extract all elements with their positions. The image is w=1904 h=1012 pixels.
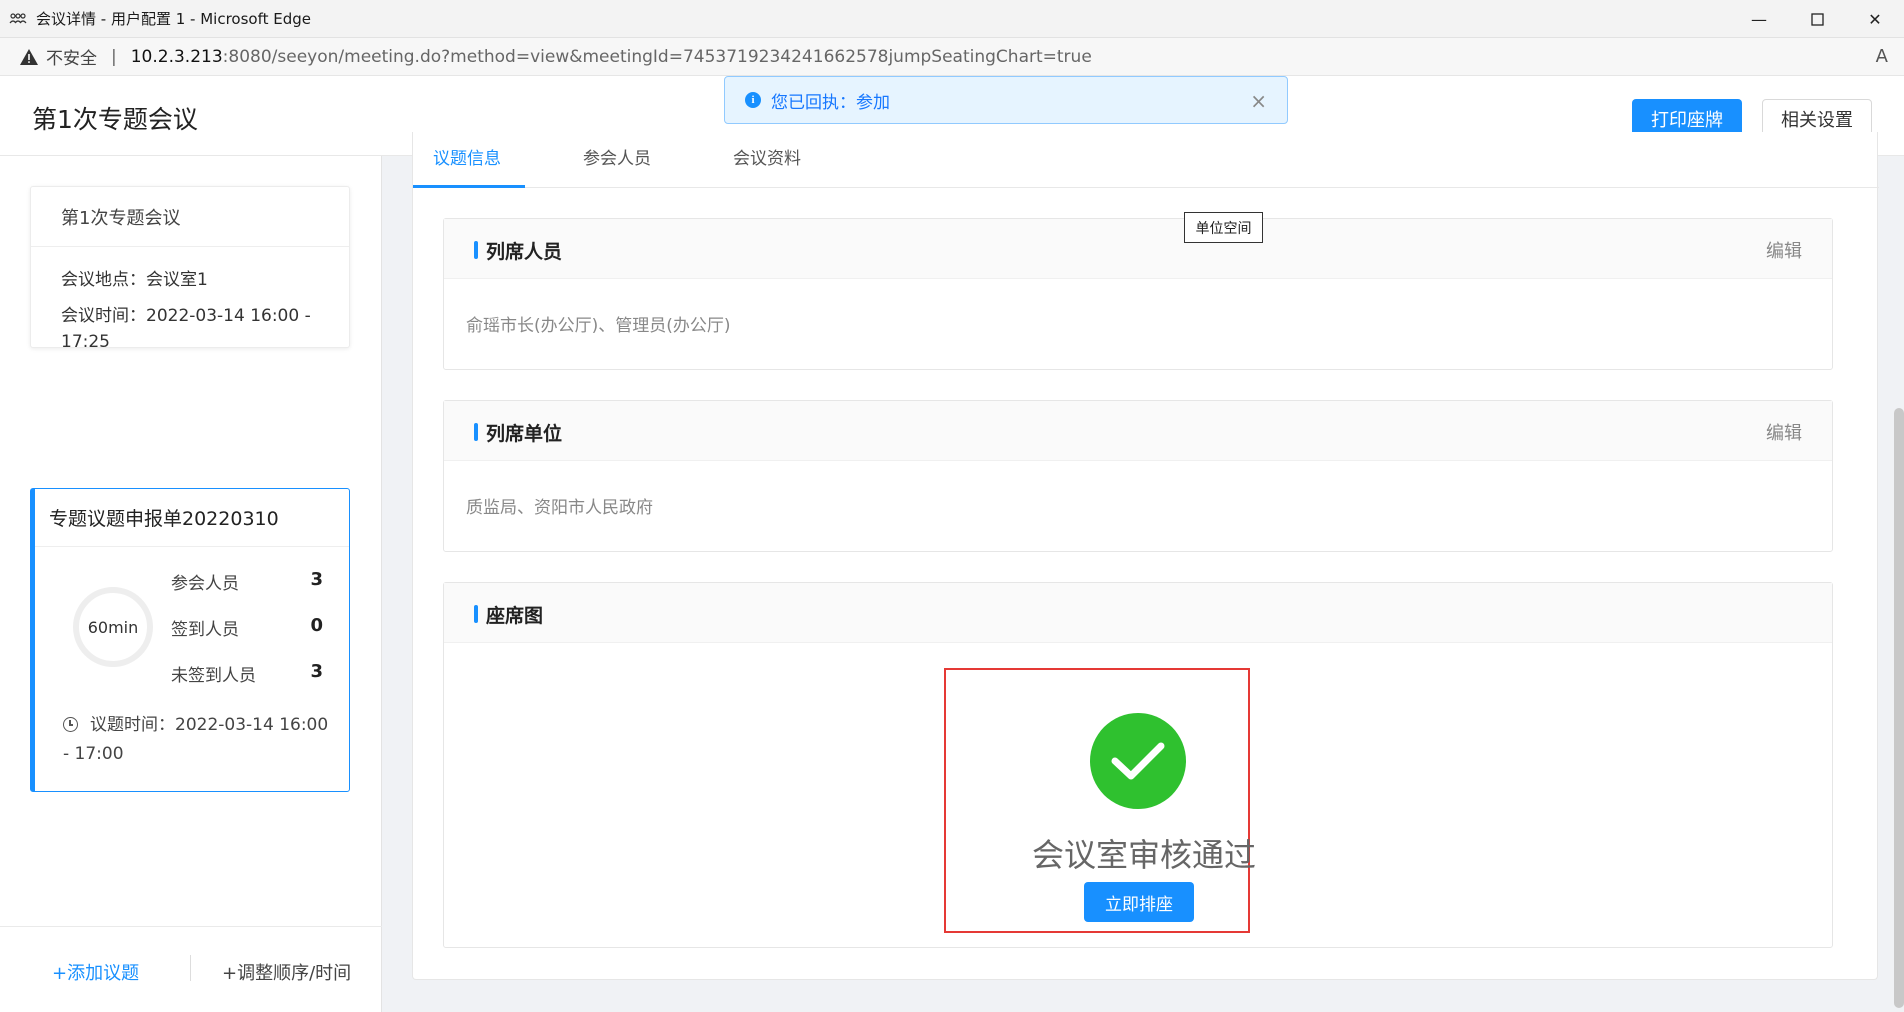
tab-materials[interactable]: 会议资料 <box>733 144 801 178</box>
url-host[interactable]: 10.2.3.213 <box>131 47 223 67</box>
section-attending-people: 列席人员 编辑 俞瑶市长(办公厅)、管理员(办公厅) <box>443 218 1833 370</box>
agenda-time-text: 议题时间：2022-03-14 16:00 - 17:00 <box>63 715 329 764</box>
section-header: 座席图 <box>444 583 1832 643</box>
page: 第1次专题会议 打印座牌 相关设置 i 您已回执：参加 × 第1次专题会议 会议… <box>0 76 1904 1012</box>
page-title: 第1次专题会议 <box>32 105 198 134</box>
window-title: 会议详情 - 用户配置 1 - Microsoft Edge <box>36 10 311 28</box>
info-icon: i <box>745 92 761 108</box>
section-title: 列席单位 <box>486 423 563 445</box>
sidebar: 第1次专题会议 会议地点：会议室1 会议时间：2022-03-14 16:00 … <box>0 156 382 1012</box>
adjust-order-button[interactable]: +调整顺序/时间 <box>222 959 351 985</box>
section-accent-bar <box>474 605 478 623</box>
security-label[interactable]: 不安全 <box>46 44 97 69</box>
window-titlebar: 会议详情 - 用户配置 1 - Microsoft Edge — ✕ <box>0 0 1904 38</box>
section-accent-bar <box>474 241 478 259</box>
active-tab-indicator <box>413 185 525 188</box>
stat-label-checked-in: 签到人员 <box>171 620 239 640</box>
meeting-time: 会议时间：2022-03-14 16:00 - 17:25 <box>61 306 311 352</box>
meeting-card-title: 第1次专题会议 <box>31 187 349 247</box>
maximize-icon[interactable] <box>1788 0 1846 38</box>
meeting-location: 会议地点：会议室1 <box>61 270 208 290</box>
seating-approval-panel: 会议室审核通过 立即排座 <box>944 668 1256 933</box>
tab-attendees[interactable]: 参会人员 <box>583 144 651 178</box>
read-aloud-icon[interactable]: A <box>1876 46 1888 67</box>
section-attending-units: 列席单位 编辑 质监局、资阳市人民政府 <box>443 400 1833 552</box>
url-path[interactable]: :8080/seeyon/meeting.do?method=view&meet… <box>223 47 1092 67</box>
edit-attending-units-button[interactable]: 编辑 <box>1766 419 1802 445</box>
duration-ring: 60min <box>73 587 153 667</box>
add-agenda-button[interactable]: +添加议题 <box>52 959 139 985</box>
toast-close-icon[interactable]: × <box>1250 89 1267 113</box>
footer-divider <box>190 955 191 981</box>
meeting-info-card[interactable]: 第1次专题会议 会议地点：会议室1 会议时间：2022-03-14 16:00 … <box>30 186 350 352</box>
scrollbar[interactable] <box>1894 408 1904 1008</box>
meeting-app-icon <box>8 12 28 26</box>
section-title: 列席人员 <box>486 241 563 263</box>
arrange-seats-button[interactable]: 立即排座 <box>1084 882 1194 922</box>
section-accent-bar <box>474 423 478 441</box>
approval-status-text: 会议室审核通过 <box>1032 836 1257 874</box>
section-title: 座席图 <box>486 605 544 627</box>
section-header: 列席人员 编辑 <box>444 219 1832 279</box>
stat-value-not-checked-in: 3 <box>310 661 323 682</box>
stat-label-not-checked-in: 未签到人员 <box>171 666 256 686</box>
clock-icon <box>63 717 78 732</box>
tab-agenda-info[interactable]: 议题信息 <box>433 144 501 178</box>
tooltip-unit-space: 单位空间 <box>1184 212 1263 243</box>
attending-units-list: 质监局、资阳市人民政府 <box>466 498 653 518</box>
stat-label-attendees: 参会人员 <box>171 574 239 594</box>
stat-value-checked-in: 0 <box>310 615 323 636</box>
address-bar[interactable]: 不安全 | 10.2.3.213 :8080/seeyon/meeting.do… <box>0 38 1904 76</box>
toast-message: 您已回执：参加 <box>771 92 890 113</box>
agenda-time: 议题时间：2022-03-14 16:00 - 17:00 <box>63 711 333 769</box>
tab-bar: 议题信息 参会人员 会议资料 <box>413 132 1879 188</box>
section-header: 列席单位 编辑 <box>444 401 1832 461</box>
warning-icon[interactable] <box>18 47 40 67</box>
minimize-icon[interactable]: — <box>1730 0 1788 38</box>
attending-people-list: 俞瑶市长(办公厅)、管理员(办公厅) <box>466 316 731 336</box>
agenda-card-title: 专题议题申报单20220310 <box>35 489 349 547</box>
check-circle-icon <box>1090 713 1186 809</box>
address-separator: | <box>111 46 117 67</box>
sidebar-footer: +添加议题 +调整顺序/时间 <box>0 926 382 1012</box>
edit-attending-people-button[interactable]: 编辑 <box>1766 237 1802 263</box>
receipt-toast: i 您已回执：参加 × <box>724 76 1288 124</box>
close-window-icon[interactable]: ✕ <box>1846 0 1904 38</box>
agenda-card[interactable]: 专题议题申报单20220310 60min 参会人员 3 签到人员 0 未签到人… <box>30 488 350 792</box>
stat-value-attendees: 3 <box>310 569 323 590</box>
